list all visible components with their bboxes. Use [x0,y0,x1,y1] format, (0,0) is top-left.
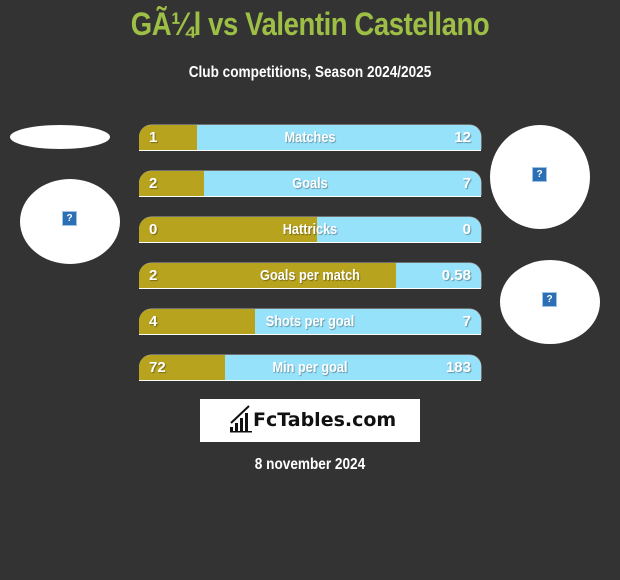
stat-row: 4 Shots per goal 7 [139,309,481,334]
stat-row: 1 Matches 12 [139,125,481,150]
match-date: 8 november 2024 [254,456,366,473]
page-title: GÃ¼l vs Valentin Castellano [130,6,490,42]
right-value: 0 [462,221,471,238]
broken-image-icon: ? [542,292,557,307]
right-value: 7 [462,175,471,192]
right-player-photo: ? [490,125,590,229]
right-value: 0.58 [441,267,471,284]
stat-label: Hattricks [282,221,338,238]
left-value: 1 [149,129,158,146]
page-subtitle: Club competitions, Season 2024/2025 [188,64,432,81]
left-value: 2 [149,267,158,284]
stat-label: Min per goal [272,359,348,376]
left-value: 4 [149,313,158,330]
right-value: 7 [462,313,471,330]
stat-row: 2 Goals per match 0.58 [139,263,481,288]
right-team-logo: ? [500,260,600,344]
stat-label: Matches [284,129,336,146]
broken-image-icon: ? [62,211,77,226]
left-value: 72 [149,359,166,376]
stat-row: 72 Min per goal 183 [139,355,481,380]
left-value: 0 [149,221,158,238]
left-team-logo [10,125,110,149]
stat-label: Shots per goal [265,313,355,330]
broken-image-icon: ? [532,167,547,182]
right-value: 12 [454,129,471,146]
fctables-logo[interactable]: FcTables.com [200,399,420,442]
stat-label: Goals [292,175,328,192]
left-player-photo: ? [20,179,120,264]
right-value: 183 [445,359,471,376]
stat-row: 2 Goals 7 [139,171,481,196]
left-value: 2 [149,175,158,192]
stat-row: 0 Hattricks 0 [139,217,481,242]
logo-text: FcTables.com [253,409,397,431]
stat-label: Goals per match [260,267,360,284]
bar-chart-icon [230,405,252,433]
